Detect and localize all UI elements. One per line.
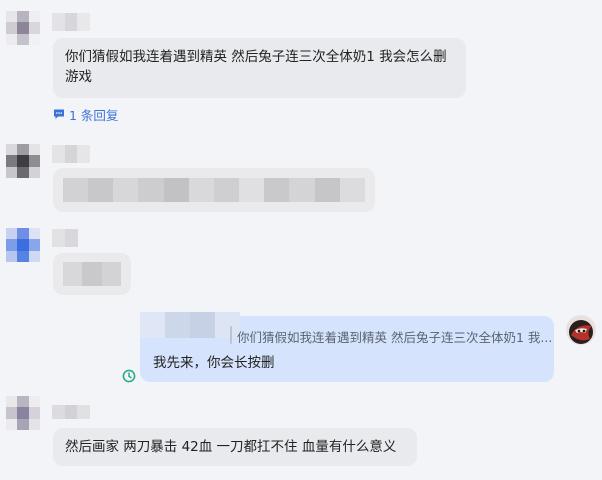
avatar[interactable] (6, 228, 40, 262)
quote-sender-redacted (140, 312, 240, 338)
message-text: 你们猜假如我连着遇到精英 然后兔子连三次全体奶1 我会怎么删游戏 (65, 49, 447, 85)
reply-count-label: 1 条回复 (69, 107, 119, 123)
message-bubble-redacted[interactable] (53, 253, 131, 295)
sender-name (52, 405, 90, 419)
sender-name (52, 13, 90, 31)
avatar[interactable] (6, 144, 40, 178)
message-bubble[interactable]: 然后画家 两刀暴击 42血 一刀都扛不住 血量有什么意义 (53, 428, 417, 466)
message-bubble-redacted[interactable] (53, 168, 375, 212)
avatar-image (566, 315, 596, 345)
message-bubble[interactable]: 你们猜假如我连着遇到精英 然后兔子连三次全体奶1 我会怎么删游戏 (53, 38, 466, 98)
redacted-text (63, 262, 121, 286)
self-avatar[interactable] (566, 315, 596, 345)
message-text: 然后画家 两刀暴击 42血 一刀都扛不住 血量有什么意义 (65, 439, 397, 455)
sender-name (52, 145, 90, 163)
avatar[interactable] (6, 396, 40, 430)
quote-bar (230, 326, 232, 344)
redacted-text (63, 178, 365, 202)
comment-icon (54, 109, 64, 119)
message-text: 我先来，你会长按删 (153, 355, 275, 371)
avatar[interactable] (6, 11, 40, 45)
quoted-message[interactable]: 你们猜假如我连着遇到精英 然后兔子连三次全体奶1 我... (237, 327, 552, 346)
reply-count-link[interactable]: 1 条回复 (53, 105, 118, 123)
clock-icon (122, 369, 136, 383)
message-bubble-self[interactable]: 我先来，你会长按删 (140, 312, 554, 382)
sender-name (52, 229, 78, 247)
